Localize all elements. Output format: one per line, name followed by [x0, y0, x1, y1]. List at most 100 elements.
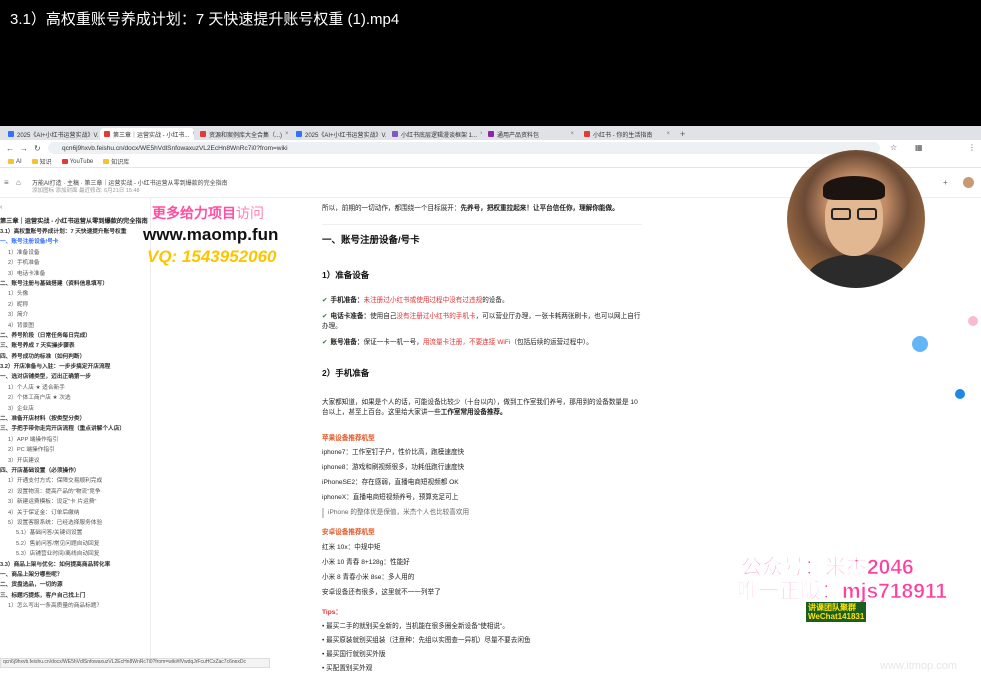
- toc-item[interactable]: 一、商品上架分哪些呢？: [0, 570, 126, 580]
- badge-line: WeChat141831: [808, 612, 865, 621]
- bullet-simcard: ✔ 电话卡准备：使用自己没有注册过小红书的手机卡，可以营业厅办理，一张卡耗两张刷卡…: [322, 312, 640, 322]
- presenter-webcam: [787, 150, 925, 288]
- close-tab-icon[interactable]: ×: [666, 131, 670, 137]
- toc-item[interactable]: 3）开店建议: [0, 456, 126, 466]
- presenter-body: [807, 254, 907, 288]
- home-icon[interactable]: ⌂: [16, 178, 21, 187]
- feishu-icon: [296, 131, 302, 137]
- url-field[interactable]: qcn6j9hxvb.feishu.cn/docx/WE5hVdlSnfowax…: [48, 142, 880, 154]
- toc-item[interactable]: 1）开通支付方式：保障交易顺利完成: [0, 476, 126, 486]
- toc-item[interactable]: 5.1）基础问答/关键词设置: [0, 528, 126, 538]
- toc-item[interactable]: 四、养号成功的标准（如何判断）: [0, 352, 126, 362]
- back-icon[interactable]: ←: [6, 144, 14, 153]
- toc-item[interactable]: 3）企业店: [0, 404, 126, 414]
- toc-item[interactable]: 1）个人店 ★ 适合新手: [0, 383, 126, 393]
- toc-item[interactable]: 1）头像: [0, 289, 126, 299]
- toc-item[interactable]: 一、选对店铺类型，迈出正确第一步: [0, 372, 126, 382]
- toc-item[interactable]: 2）设置物流：提高产品的"物流"竞争: [0, 487, 126, 497]
- forward-icon[interactable]: →: [20, 144, 28, 153]
- star-icon[interactable]: ☆: [890, 143, 897, 152]
- divider: [150, 198, 151, 668]
- toc-item[interactable]: 二、货盘选品，一切的源: [0, 580, 126, 590]
- toc-item[interactable]: 2）昵称: [0, 300, 126, 310]
- android-item: 安卓设备还有很多，这里就不一一列举了: [322, 589, 441, 596]
- floating-assistant-icon[interactable]: [912, 336, 928, 352]
- toc-item[interactable]: 三、账号养成 7 天实操步骤表: [0, 341, 126, 351]
- toc-item[interactable]: 2）手机准备: [0, 258, 126, 268]
- highlight-text: 未注册过小红书或使用过程中没有过违规: [363, 297, 483, 304]
- bookmark-item[interactable]: 知识库: [103, 157, 129, 166]
- check-icon: ✔: [322, 297, 328, 304]
- toc-item[interactable]: 三、手把手带你走完开店流程（重点讲解个人店）: [0, 424, 126, 434]
- toc-item[interactable]: 二、账号注册与基础搭建（资料信息填写）: [0, 279, 126, 289]
- toc-item[interactable]: 2）PC 端操作指引: [0, 445, 126, 455]
- tip-item: • 最买国行就别买外版: [322, 651, 386, 658]
- status-url-bar: qcn6j9hxvb.feishu.cn/docx/WE5hVdlSnfowax…: [0, 658, 270, 668]
- promo-text: 更多给力项目: [152, 205, 236, 221]
- add-icon[interactable]: +: [943, 178, 948, 187]
- browser-tab[interactable]: 资源和案例库大全合集（...) ×: [196, 128, 290, 140]
- highlight-text: 用流量卡注册，不要连接 WiFi: [422, 339, 511, 346]
- toc-item[interactable]: 四、开店基础设置（必须操作）: [0, 466, 126, 476]
- browser-tab[interactable]: 2025《AI+小红书运营实战》V...×: [4, 128, 98, 140]
- toc-item[interactable]: 1）准备设备: [0, 248, 126, 258]
- close-tab-icon[interactable]: ×: [480, 131, 482, 137]
- bullet-phone: ✔ 手机准备：未注册过小红书或使用过程中没有过违规的设备。: [322, 296, 509, 306]
- browser-tab[interactable]: 2025《AI+小红书运营实战》V...×: [292, 128, 386, 140]
- browser-tab[interactable]: 小红书 - 你的生活指南 ×: [580, 128, 674, 140]
- toc-item[interactable]: 1）APP 端操作指引: [0, 435, 126, 445]
- toc-item[interactable]: 一、账号注册设备/号卡: [0, 237, 126, 247]
- bookmark-label: 知识: [39, 160, 52, 166]
- side-widget-icon[interactable]: [968, 316, 978, 326]
- close-tab-icon[interactable]: ×: [570, 131, 574, 137]
- toc-item[interactable]: 5）设置客服系统：已经选择服务体验: [0, 518, 126, 528]
- browser-tab[interactable]: 小红书底层逻辑漫谈框架 1... ×: [388, 128, 482, 140]
- toc-item[interactable]: 3）电话卡准备: [0, 269, 126, 279]
- toc-item[interactable]: 3.3）商品上架与优化：如何提高商品转化率: [0, 560, 126, 570]
- browser-tab[interactable]: 通用产品资料包 ×: [484, 128, 578, 140]
- toc-item[interactable]: 2）个体工商户店 ★ 次选: [0, 393, 126, 403]
- browser-tab-active[interactable]: 第三章｜运营实战 - 小红书...×: [100, 128, 194, 140]
- toc-item[interactable]: 3）简介: [0, 310, 126, 320]
- toc-item[interactable]: 3.2）开店准备与入驻：一步步搞定开店流程: [0, 362, 126, 372]
- tab-label: 通用产品资料包: [497, 132, 540, 139]
- toc-item[interactable]: 三、标题巧提炼，客户自己找上门: [0, 591, 126, 601]
- folder-icon: [31, 159, 38, 164]
- ios-item: iphoneX：直播电商短视频养号，预算充足可上: [322, 494, 459, 501]
- divider: [322, 224, 642, 225]
- doc-icon: [200, 131, 206, 137]
- close-tab-icon[interactable]: ×: [192, 131, 194, 137]
- help-icon[interactable]: [955, 389, 965, 399]
- new-tab-icon[interactable]: +: [676, 128, 689, 140]
- paragraph-text: 台以上，甚至上百台。这里给大家讲一些: [322, 409, 441, 416]
- ios-item: iPhoneSE2：存在感弱，直播电商短视频都 OK: [322, 479, 459, 486]
- toc-item[interactable]: 5.3）店铺营业时间/离线自动回复: [0, 549, 126, 559]
- toc-item[interactable]: 二、准备开店材料（按类型分类）: [0, 414, 126, 424]
- menu-icon[interactable]: ⋮: [968, 143, 976, 152]
- android-item: 小米 8 青春小米 8se：多人用的: [322, 574, 415, 581]
- toc-item[interactable]: 1）怎么写出一条高质量的商品标题？: [0, 601, 126, 611]
- extensions-icon[interactable]: ▦: [915, 143, 923, 152]
- collapse-sidebar-icon[interactable]: ≡: [4, 178, 9, 187]
- doc-meta: 添加图标 添加封面 最近修改: 6月21日 15:48: [32, 188, 140, 194]
- user-avatar[interactable]: [963, 177, 974, 188]
- bullet-text: ，可以营业厅办理，一张卡耗两张刷卡，也可以网上自行: [475, 313, 641, 320]
- toc-item[interactable]: 5.2）售前问答/常见问题自动回复: [0, 539, 126, 549]
- toc-item[interactable]: 3.1）高权重账号养成计划：7 天快速提升账号权重: [0, 227, 126, 237]
- toc-item[interactable]: 4）背景图: [0, 321, 126, 331]
- bookmark-item[interactable]: AI: [8, 159, 22, 165]
- bookmark-item[interactable]: YouTube: [61, 159, 93, 165]
- close-tab-icon[interactable]: ×: [285, 131, 289, 137]
- ios-item: iphone7：工作室钉子户，性价比高，跑模速度快: [322, 449, 465, 456]
- subsection-heading: 1）准备设备: [322, 270, 370, 280]
- bookmark-item[interactable]: 知识: [31, 157, 52, 166]
- glasses-icon: [831, 208, 851, 220]
- reload-icon[interactable]: ↻: [34, 144, 41, 153]
- toc-item[interactable]: 二、养号阶段（日常任务每日完成）: [0, 331, 126, 341]
- toc-item[interactable]: 4）关于保证金：订单后缴纳: [0, 508, 126, 518]
- toc-item[interactable]: 3）新建运费模板：设定"卡 片运费": [0, 497, 126, 507]
- collapse-toc-icon[interactable]: ‹: [0, 204, 2, 211]
- presenter-hair: [823, 176, 885, 200]
- doc-icon: [488, 131, 494, 137]
- toc-heading[interactable]: 第三章｜运营实战 - 小红书运营从零到爆款的完全指南: [0, 216, 148, 225]
